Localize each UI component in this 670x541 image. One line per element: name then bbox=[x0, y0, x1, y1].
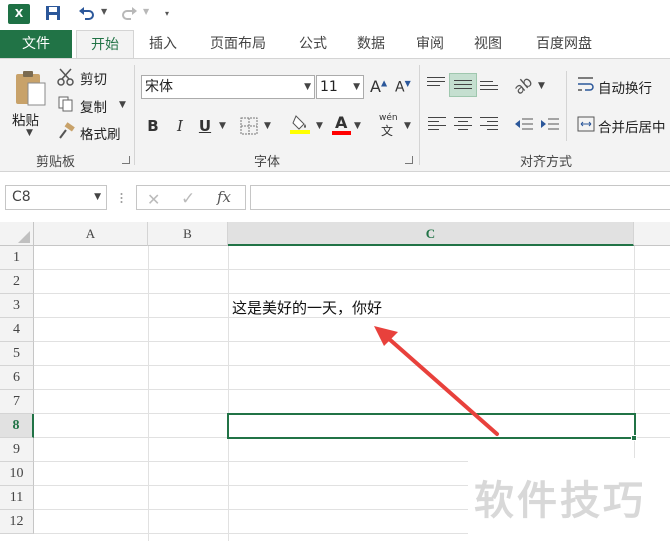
tab-view[interactable]: 视图 bbox=[465, 30, 511, 59]
redo-dropdown-icon[interactable]: ▼ bbox=[143, 7, 149, 16]
copy-button[interactable]: 复制 bbox=[80, 96, 107, 116]
underline-button[interactable]: U bbox=[195, 116, 215, 136]
font-color-swatch bbox=[332, 131, 351, 135]
font-color-letter: A bbox=[335, 113, 348, 132]
font-group-label: 字体 bbox=[254, 155, 281, 170]
tab-file[interactable]: 文件 bbox=[0, 30, 72, 59]
name-box-value: C8 bbox=[12, 189, 31, 205]
quick-access-toolbar: X ▼ ▼ ▾ bbox=[0, 0, 670, 30]
align-middle-icon[interactable] bbox=[449, 73, 477, 97]
format-painter-button[interactable]: 格式刷 bbox=[80, 123, 121, 143]
insert-function-icon[interactable]: fx bbox=[217, 188, 231, 206]
chevron-down-icon[interactable]: ▼ bbox=[304, 76, 311, 98]
decrease-font-size-icon[interactable]: A▼ bbox=[395, 79, 411, 96]
formula-input[interactable] bbox=[250, 185, 670, 210]
ribbon: 粘贴 ▼ 剪切 复制 ▼ 格式刷 剪贴板 宋体 ▼ 11 ▼ A▲ A▼ B I… bbox=[0, 58, 670, 172]
ribbon-tabs: 文件 开始 插入 页面布局 公式 数据 审阅 视图 百度网盘 bbox=[0, 30, 670, 60]
paste-button[interactable]: 粘贴 bbox=[12, 109, 39, 129]
phonetic-guide-icon[interactable]: wén 文 bbox=[378, 113, 400, 138]
borders-dropdown-icon[interactable]: ▼ bbox=[264, 121, 271, 131]
clipboard-launcher-icon[interactable] bbox=[122, 156, 130, 164]
borders-icon[interactable] bbox=[240, 117, 262, 135]
tab-insert[interactable]: 插入 bbox=[140, 30, 186, 59]
clipboard-group-label: 剪贴板 bbox=[36, 155, 76, 170]
fill-color-dropdown-icon[interactable]: ▼ bbox=[316, 121, 323, 131]
bold-button[interactable]: B bbox=[143, 116, 163, 136]
customize-qat-icon[interactable]: ▾ bbox=[165, 9, 169, 18]
underline-dropdown-icon[interactable]: ▼ bbox=[219, 121, 226, 131]
tab-data[interactable]: 数据 bbox=[348, 30, 394, 59]
enter-check-icon[interactable]: ✓ bbox=[181, 189, 195, 209]
chevron-down-icon[interactable]: ▼ bbox=[94, 186, 101, 209]
formula-buttons: ✕ ✓ fx bbox=[136, 185, 246, 210]
name-box[interactable]: C8 ▼ bbox=[5, 185, 107, 210]
font-size-value: 11 bbox=[320, 79, 338, 95]
orientation-icon[interactable]: ab bbox=[510, 70, 540, 99]
scissors-icon[interactable] bbox=[57, 68, 75, 86]
formula-bar-grip-icon[interactable] bbox=[120, 189, 123, 207]
watermark-text: 软件技巧 bbox=[474, 478, 646, 524]
merge-center-button[interactable]: 合并后居中 bbox=[598, 116, 666, 136]
align-left-icon[interactable] bbox=[428, 117, 446, 131]
paste-icon[interactable] bbox=[12, 69, 48, 109]
font-launcher-icon[interactable] bbox=[405, 156, 413, 164]
group-divider bbox=[419, 65, 420, 165]
copy-dropdown-icon[interactable]: ▼ bbox=[119, 100, 126, 110]
merge-center-icon[interactable] bbox=[577, 115, 595, 133]
group-divider bbox=[134, 65, 135, 165]
fill-color-swatch bbox=[290, 130, 310, 134]
font-color-icon[interactable]: A bbox=[332, 111, 352, 135]
cut-button[interactable]: 剪切 bbox=[80, 68, 107, 88]
tab-review[interactable]: 审阅 bbox=[407, 30, 453, 59]
wrap-text-button[interactable]: 自动换行 bbox=[598, 77, 652, 97]
group-divider bbox=[566, 71, 567, 141]
undo-dropdown-icon[interactable]: ▼ bbox=[101, 7, 107, 16]
orientation-dropdown-icon[interactable]: ▼ bbox=[538, 81, 545, 91]
alignment-group-label: 对齐方式 bbox=[520, 155, 573, 170]
format-painter-icon[interactable] bbox=[57, 122, 75, 140]
font-color-dropdown-icon[interactable]: ▼ bbox=[354, 121, 361, 131]
align-center-icon[interactable] bbox=[454, 117, 472, 131]
chevron-down-icon[interactable]: ▼ bbox=[353, 76, 360, 98]
align-bottom-icon[interactable] bbox=[480, 81, 498, 95]
font-name-value: 宋体 bbox=[145, 79, 173, 95]
tab-formulas[interactable]: 公式 bbox=[290, 30, 336, 59]
increase-indent-icon[interactable] bbox=[540, 116, 560, 132]
worksheet-grid: A B C 1 2 3 4 5 6 7 8 9 10 11 12 这是美好的一天… bbox=[0, 222, 670, 541]
font-name-combo[interactable]: 宋体 ▼ bbox=[141, 75, 315, 99]
fill-color-icon[interactable] bbox=[290, 113, 314, 135]
font-size-combo[interactable]: 11 ▼ bbox=[316, 75, 364, 99]
cancel-icon[interactable]: ✕ bbox=[147, 190, 160, 209]
tab-home[interactable]: 开始 bbox=[76, 30, 134, 60]
tab-page-layout[interactable]: 页面布局 bbox=[198, 30, 278, 59]
formula-bar: C8 ▼ ✕ ✓ fx bbox=[0, 172, 670, 222]
redo-icon[interactable] bbox=[118, 5, 140, 25]
paste-dropdown-icon[interactable]: ▼ bbox=[26, 128, 33, 138]
wrap-text-icon[interactable] bbox=[577, 75, 595, 93]
tab-baidu-netdisk[interactable]: 百度网盘 bbox=[524, 30, 604, 59]
phonetic-dropdown-icon[interactable]: ▼ bbox=[404, 121, 411, 131]
italic-button[interactable]: I bbox=[170, 116, 190, 136]
decrease-indent-icon[interactable] bbox=[514, 116, 534, 132]
align-top-icon[interactable] bbox=[427, 77, 445, 91]
excel-app-icon: X bbox=[8, 4, 30, 24]
copy-icon[interactable] bbox=[57, 95, 75, 113]
increase-font-size-icon[interactable]: A▲ bbox=[370, 77, 387, 96]
align-right-icon[interactable] bbox=[480, 117, 498, 131]
undo-icon[interactable] bbox=[76, 5, 98, 25]
save-icon[interactable] bbox=[42, 5, 64, 25]
